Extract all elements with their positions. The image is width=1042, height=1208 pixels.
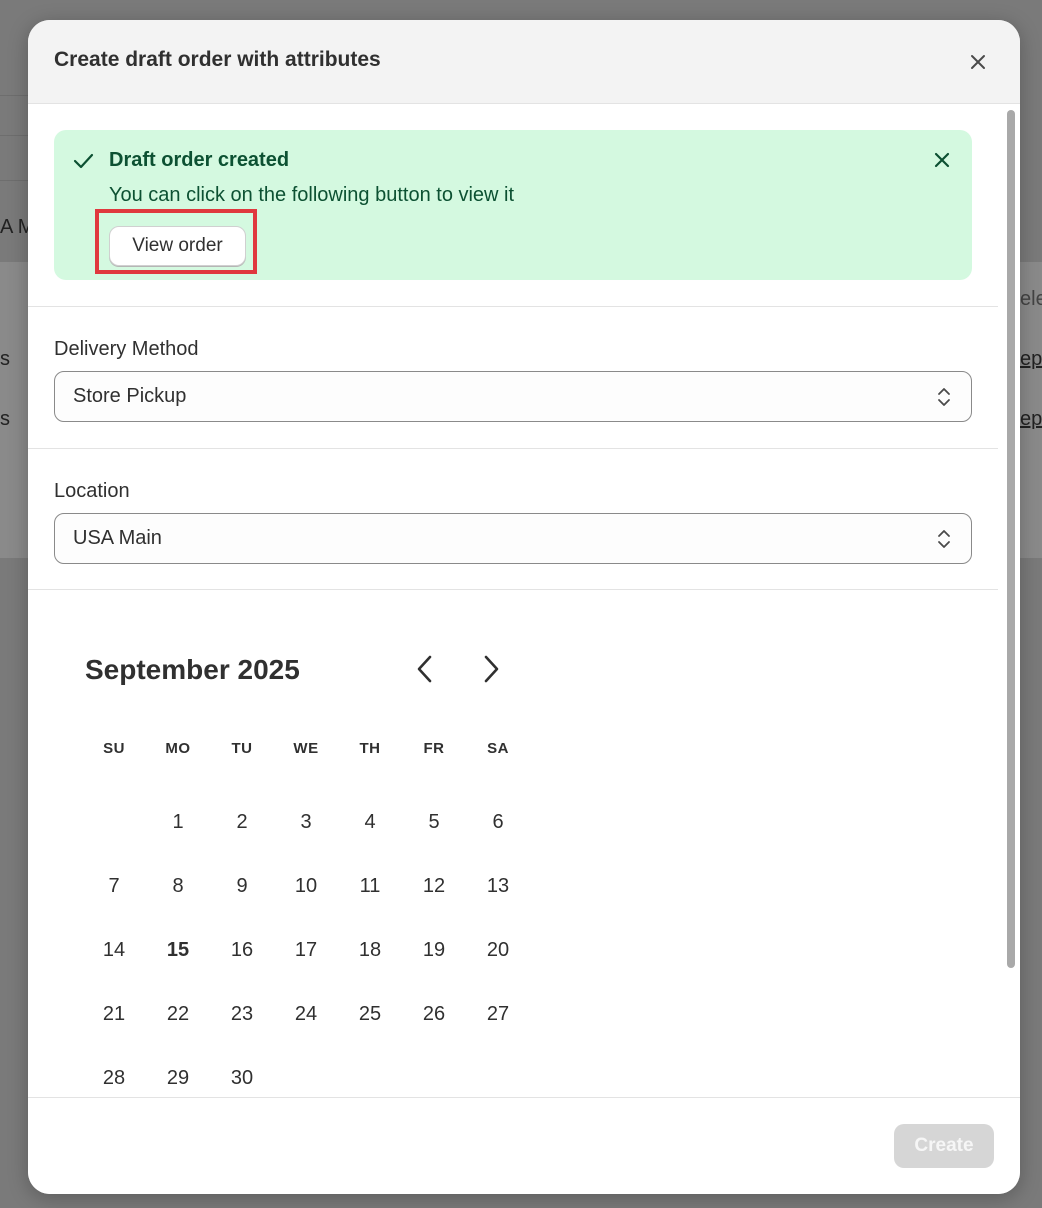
modal-body[interactable]: Draft order created You can click on the…	[28, 104, 998, 1097]
modal-header: Create draft order with attributes	[28, 20, 1020, 104]
weekday-label: SA	[487, 740, 509, 757]
weekday-label: WE	[293, 740, 319, 757]
banner-dismiss-button[interactable]	[930, 148, 954, 172]
calendar-day[interactable]: 5	[402, 790, 466, 854]
weekday-label: TH	[359, 740, 381, 757]
select-chevron-icon	[937, 385, 951, 414]
calendar-day[interactable]: 1	[146, 790, 210, 854]
calendar-empty-cell	[82, 790, 146, 854]
checkmark-icon	[72, 150, 94, 177]
scrollbar[interactable]	[1004, 110, 1016, 972]
background-text: s	[0, 408, 10, 430]
banner-message: You can click on the following button to…	[109, 184, 515, 206]
location-select[interactable]: USA Main	[54, 513, 972, 564]
weekday-label: TU	[231, 740, 253, 757]
close-icon	[934, 152, 950, 168]
previous-month-button[interactable]	[408, 652, 442, 686]
calendar-day[interactable]: 20	[466, 918, 530, 982]
calendar-day[interactable]: 27	[466, 982, 530, 1046]
weekday-header-row: SU MO TU WE TH FR SA	[82, 740, 530, 757]
calendar-day[interactable]: 16	[210, 918, 274, 982]
delivery-method-select[interactable]: Store Pickup	[54, 371, 972, 422]
calendar-day-today[interactable]: 15	[146, 918, 210, 982]
calendar-day[interactable]: 26	[402, 982, 466, 1046]
calendar-day[interactable]: 3	[274, 790, 338, 854]
modal-footer: Create	[28, 1097, 1020, 1194]
chevron-right-icon	[484, 655, 499, 683]
calendar-day[interactable]: 11	[338, 854, 402, 918]
calendar-day[interactable]: 13	[466, 854, 530, 918]
close-icon	[971, 55, 985, 69]
calendar-day[interactable]: 7	[82, 854, 146, 918]
calendar-day[interactable]: 12	[402, 854, 466, 918]
calendar-day[interactable]: 25	[338, 982, 402, 1046]
background-text: ele	[1020, 288, 1042, 310]
calendar-day[interactable]: 10	[274, 854, 338, 918]
delivery-method-label: Delivery Method	[54, 338, 199, 360]
scrollbar-thumb[interactable]	[1007, 110, 1015, 968]
calendar-day[interactable]: 19	[402, 918, 466, 982]
modal-close-button[interactable]	[964, 48, 992, 76]
weekday-label: MO	[165, 740, 191, 757]
calendar-day[interactable]: 17	[274, 918, 338, 982]
calendar-day-grid: 1 2 3 4 5 6 7 8 9 10 11 12 13 14 15 16 17 18 19 20 21 22 23 24 2…	[82, 790, 530, 1097]
create-button[interactable]: Create	[894, 1124, 994, 1168]
banner-title: Draft order created	[109, 149, 290, 171]
weekday-label: SU	[103, 740, 125, 757]
calendar-day[interactable]: 21	[82, 982, 146, 1046]
location-value: USA Main	[73, 527, 162, 549]
section-divider	[28, 448, 998, 449]
chevron-left-icon	[417, 655, 432, 683]
section-divider	[28, 589, 998, 590]
calendar-day[interactable]: 29	[146, 1046, 210, 1097]
background-divider	[0, 95, 30, 96]
calendar-day[interactable]: 14	[82, 918, 146, 982]
background-divider	[0, 135, 30, 136]
background-divider	[0, 180, 30, 181]
calendar-day[interactable]: 2	[210, 790, 274, 854]
calendar-day[interactable]: 18	[338, 918, 402, 982]
delivery-method-value: Store Pickup	[73, 385, 187, 407]
select-chevron-icon	[937, 527, 951, 556]
background-link[interactable]: ep	[1020, 348, 1042, 371]
success-banner: Draft order created You can click on the…	[54, 130, 972, 280]
calendar-day[interactable]: 30	[210, 1046, 274, 1097]
calendar-day[interactable]: 28	[82, 1046, 146, 1097]
next-month-button[interactable]	[474, 652, 508, 686]
calendar-day[interactable]: 22	[146, 982, 210, 1046]
location-label: Location	[54, 480, 130, 502]
calendar-month-title: September 2025	[85, 654, 300, 685]
calendar-day[interactable]: 9	[210, 854, 274, 918]
calendar-day[interactable]: 23	[210, 982, 274, 1046]
background-text: s	[0, 348, 10, 370]
section-divider	[28, 306, 998, 307]
calendar-day[interactable]: 4	[338, 790, 402, 854]
calendar-day[interactable]: 8	[146, 854, 210, 918]
background-link[interactable]: ep	[1020, 408, 1042, 431]
calendar-day[interactable]: 6	[466, 790, 530, 854]
view-order-button[interactable]: View order	[109, 226, 246, 266]
calendar-day[interactable]: 24	[274, 982, 338, 1046]
modal-title: Create draft order with attributes	[54, 48, 381, 71]
weekday-label: FR	[423, 740, 445, 757]
create-draft-order-modal: Create draft order with attributes Draft…	[28, 20, 1020, 1194]
